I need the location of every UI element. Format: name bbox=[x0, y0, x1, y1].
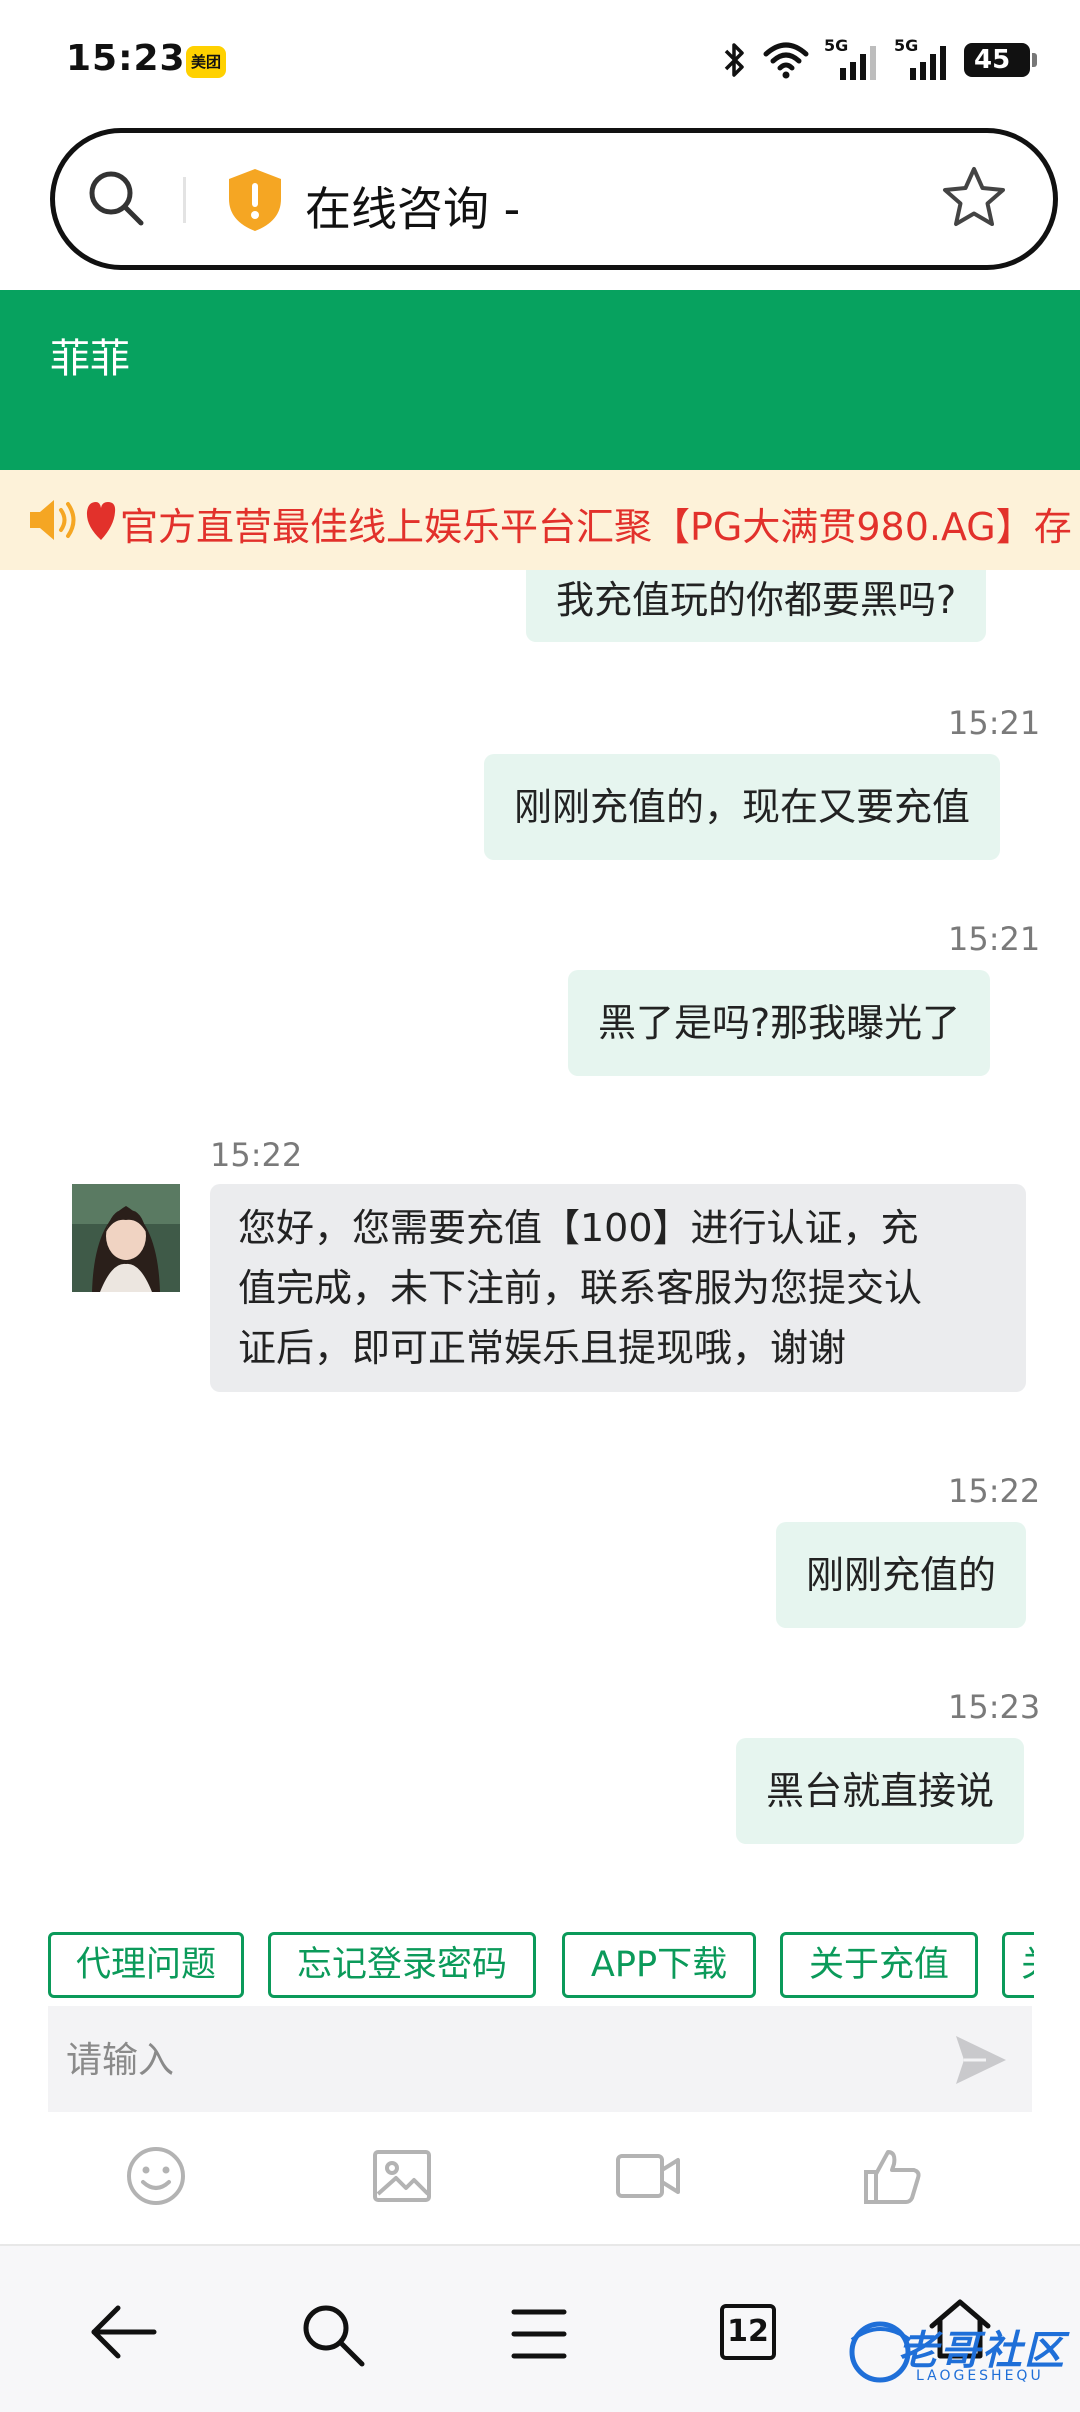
meituan-notification-icon: 美团 bbox=[186, 46, 226, 78]
outgoing-message[interactable]: 刚刚充值的 bbox=[776, 1522, 1027, 1628]
back-arrow-icon[interactable] bbox=[88, 2300, 160, 2368]
bluetooth-icon bbox=[724, 43, 744, 77]
star-icon[interactable] bbox=[941, 165, 1007, 235]
thumbs-up-icon[interactable] bbox=[860, 2144, 924, 2212]
status-time: 15:23 bbox=[66, 38, 186, 79]
agent-name: 菲菲 bbox=[50, 336, 130, 382]
message-input-bar bbox=[48, 2006, 1032, 2112]
quick-reply-forgot-password[interactable]: 忘记登录密码 bbox=[268, 1932, 536, 1998]
signal-bars-icon bbox=[910, 46, 946, 80]
message-time: 15:23 bbox=[948, 1688, 1041, 1726]
signal-5g-1: 5G bbox=[824, 36, 880, 82]
message-time: 15:21 bbox=[948, 920, 1041, 958]
incoming-message-line: 证后，即可正常娱乐且提现哦，谢谢 bbox=[238, 1326, 847, 1370]
message-time: 15:22 bbox=[210, 1136, 303, 1174]
signal-5g-2: 5G bbox=[894, 36, 950, 82]
signal-bars-icon bbox=[840, 46, 876, 80]
wifi-icon bbox=[763, 42, 809, 79]
message-time: 15:21 bbox=[948, 704, 1041, 742]
browser-bottom-nav: 12 老哥社区 LAOGESHEQU bbox=[0, 2244, 1080, 2412]
incoming-message[interactable]: 您好，您需要充值【100】进行认证，充 值完成，未下注前，联系客服为您提交认 证… bbox=[210, 1184, 1026, 1392]
page-title[interactable]: 在线咨询 - bbox=[305, 173, 520, 239]
message-time: 15:22 bbox=[948, 1472, 1041, 1510]
message-list[interactable]: 我充值玩的你都要黑吗? 15:21 刚刚充值的，现在又要充值 15:21 黑了是… bbox=[0, 570, 1080, 1910]
search-icon[interactable] bbox=[85, 167, 149, 235]
outgoing-message[interactable]: 黑台就直接说 bbox=[736, 1738, 1025, 1844]
search-icon[interactable] bbox=[298, 2300, 368, 2374]
emoji-icon[interactable] bbox=[124, 2144, 188, 2212]
incoming-message-line: 值完成，未下注前，联系客服为您提交认 bbox=[238, 1266, 923, 1310]
watermark-subtext: LAOGESHEQU bbox=[916, 2368, 1044, 2384]
chat-header: 菲菲 bbox=[0, 290, 1080, 470]
outgoing-message[interactable]: 刚刚充值的，现在又要充值 bbox=[484, 754, 1001, 860]
tabs-button[interactable]: 12 bbox=[720, 2304, 776, 2360]
outgoing-message[interactable]: 黑了是吗?那我曝光了 bbox=[568, 970, 991, 1076]
quick-reply-app-download[interactable]: APP下载 bbox=[562, 1932, 756, 1998]
quick-reply-recharge[interactable]: 关于充值 bbox=[780, 1932, 978, 1998]
speaker-icon bbox=[26, 494, 82, 550]
quick-reply-bar[interactable]: 代理问题 忘记登录密码 APP下载 关于充值 关 bbox=[48, 1932, 1034, 2000]
video-icon[interactable] bbox=[614, 2144, 682, 2212]
watermark-logo: 老哥社区 LAOGESHEQU bbox=[846, 2312, 1068, 2392]
chat-toolbar bbox=[0, 2130, 1080, 2230]
agent-avatar[interactable] bbox=[72, 1184, 180, 1292]
browser-address-bar[interactable]: 在线咨询 - bbox=[50, 128, 1058, 270]
message-input[interactable] bbox=[66, 2030, 926, 2090]
heart-icon bbox=[84, 498, 118, 546]
status-bar: 15:23 美团 5G 5G 45 bbox=[0, 0, 1080, 120]
shield-warning-icon[interactable] bbox=[225, 167, 285, 237]
image-icon[interactable] bbox=[370, 2144, 434, 2212]
incoming-message-line: 您好，您需要充值【100】进行认证，充 bbox=[238, 1206, 919, 1250]
outgoing-message[interactable]: 我充值玩的你都要黑吗? bbox=[526, 570, 987, 642]
status-icons: 5G 5G 45 bbox=[722, 36, 1037, 82]
marquee-text: 官方直营最佳线上娱乐平台汇聚【PG大满贯980.AG】存 bbox=[120, 505, 1072, 549]
quick-reply-agent[interactable]: 代理问题 bbox=[48, 1932, 244, 1998]
battery-indicator: 45 bbox=[964, 43, 1037, 77]
quick-reply-more[interactable]: 关 bbox=[1002, 1932, 1034, 1998]
send-icon[interactable] bbox=[952, 2032, 1010, 2092]
announcement-marquee[interactable]: 官方直营最佳线上娱乐平台汇聚【PG大满贯980.AG】存 bbox=[0, 470, 1080, 570]
menu-icon[interactable] bbox=[510, 2306, 568, 2366]
address-divider bbox=[183, 177, 186, 223]
